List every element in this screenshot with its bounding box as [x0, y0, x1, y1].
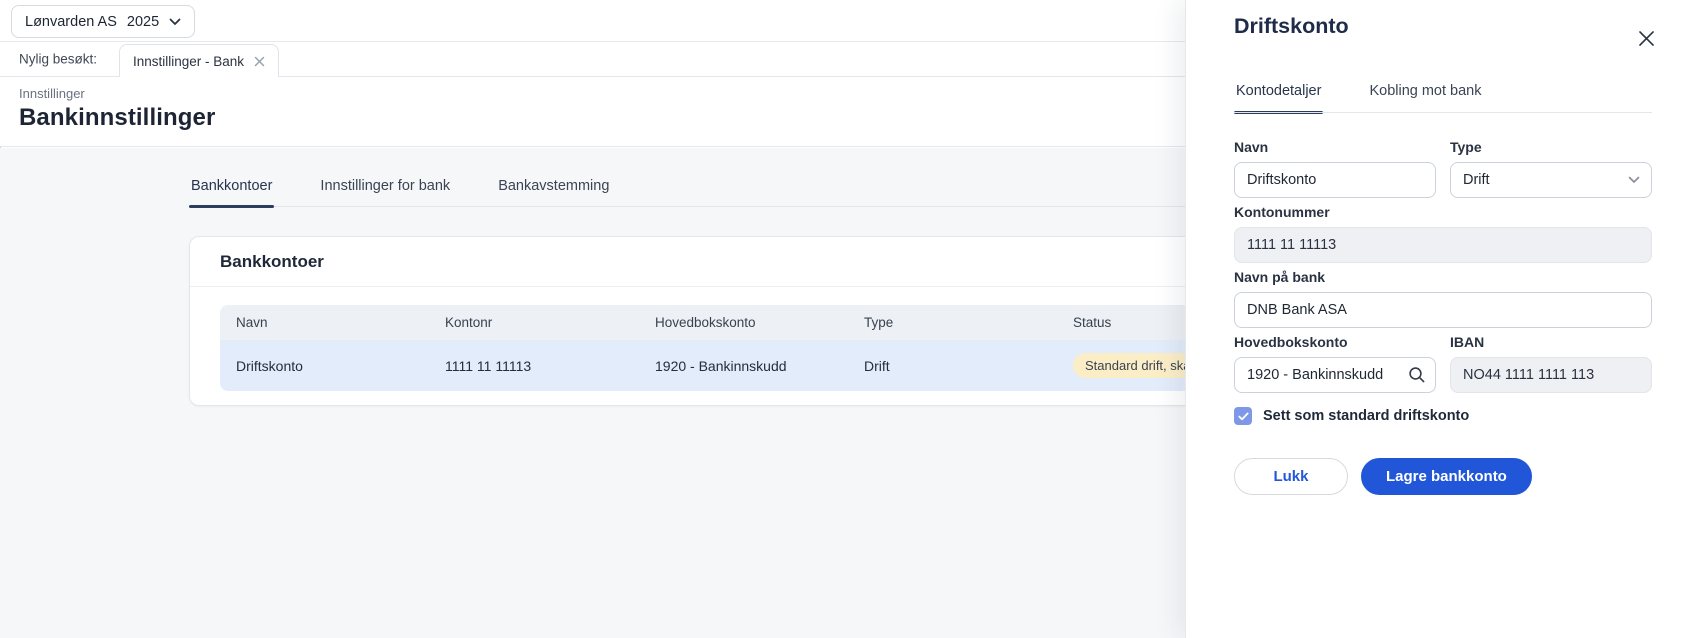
- field-kontonummer: Kontonummer: [1234, 204, 1652, 263]
- company-selector[interactable]: Lønvarden AS 2025: [11, 5, 195, 38]
- panel-tabs: Kontodetaljer Kobling mot bank: [1234, 83, 1652, 113]
- field-navn-pa-bank: Navn på bank: [1234, 269, 1652, 328]
- recently-visited-label: Nylig besøkt:: [19, 52, 97, 67]
- field-hovedbokskonto: Hovedbokskonto: [1234, 334, 1436, 393]
- recent-tab-innstillinger-bank[interactable]: Innstillinger - Bank: [119, 44, 279, 77]
- kontonummer-label: Kontonummer: [1234, 204, 1652, 220]
- navn-input[interactable]: [1234, 162, 1436, 198]
- close-icon[interactable]: [1634, 26, 1658, 50]
- checkbox-label: Sett som standard driftskonto: [1263, 408, 1469, 424]
- app-window: Lønvarden AS 2025 Nylig besøkt: Innstill…: [0, 0, 1696, 638]
- lagre-bankkonto-button[interactable]: Lagre bankkonto: [1361, 458, 1532, 495]
- edit-bank-account-panel: Driftskonto Kontodetaljer Kobling mot ba…: [1185, 0, 1696, 638]
- field-navn: Navn: [1234, 139, 1436, 198]
- col-header-hovedbokskonto: Hovedbokskonto: [639, 315, 848, 330]
- iban-label: IBAN: [1450, 334, 1652, 350]
- col-header-navn: Navn: [220, 315, 429, 330]
- search-icon[interactable]: [1408, 366, 1426, 384]
- company-name: Lønvarden AS: [25, 14, 117, 30]
- navn-pa-bank-input[interactable]: [1234, 292, 1652, 328]
- panel-title: Driftskonto: [1234, 14, 1652, 39]
- cell-kontonr: 1111 11 11113: [429, 358, 639, 374]
- navn-label: Navn: [1234, 139, 1436, 155]
- card-title: Bankkontoer: [220, 252, 324, 271]
- navn-pa-bank-label: Navn på bank: [1234, 269, 1652, 285]
- panel-actions: Lukk Lagre bankkonto: [1234, 458, 1652, 495]
- account-form: Navn Type Kontonummer: [1234, 139, 1652, 495]
- standard-driftskonto-checkbox-row[interactable]: Sett som standard driftskonto: [1234, 407, 1652, 425]
- field-type: Type: [1450, 139, 1652, 198]
- col-header-type: Type: [848, 315, 1057, 330]
- tab-innstillinger-for-bank[interactable]: Innstillinger for bank: [318, 178, 452, 207]
- close-icon[interactable]: [254, 56, 265, 67]
- cell-type: Drift: [848, 358, 1057, 374]
- hovedbokskonto-label: Hovedbokskonto: [1234, 334, 1436, 350]
- lukk-button[interactable]: Lukk: [1234, 458, 1348, 495]
- tab-bankkontoer[interactable]: Bankkontoer: [189, 178, 274, 207]
- company-year: 2025: [127, 14, 159, 30]
- cell-navn: Driftskonto: [220, 358, 429, 374]
- recent-tab-label: Innstillinger - Bank: [133, 54, 244, 69]
- type-label: Type: [1450, 139, 1652, 155]
- type-select[interactable]: [1450, 162, 1652, 198]
- hovedbokskonto-input[interactable]: [1234, 357, 1436, 393]
- field-iban: IBAN: [1450, 334, 1652, 393]
- tab-kobling-mot-bank[interactable]: Kobling mot bank: [1367, 83, 1483, 113]
- tab-kontodetaljer[interactable]: Kontodetaljer: [1234, 83, 1323, 113]
- col-header-kontonr: Kontonr: [429, 315, 639, 330]
- iban-input: [1450, 357, 1652, 393]
- checkbox-checked[interactable]: [1234, 407, 1252, 425]
- status-badge: Standard drift, ska: [1073, 353, 1203, 378]
- check-icon: [1238, 412, 1249, 421]
- kontonummer-input: [1234, 227, 1652, 263]
- cell-hovedbokskonto: 1920 - Bankinnskudd: [639, 358, 848, 374]
- tab-bankavstemming[interactable]: Bankavstemming: [496, 178, 611, 207]
- chevron-down-icon: [169, 18, 181, 26]
